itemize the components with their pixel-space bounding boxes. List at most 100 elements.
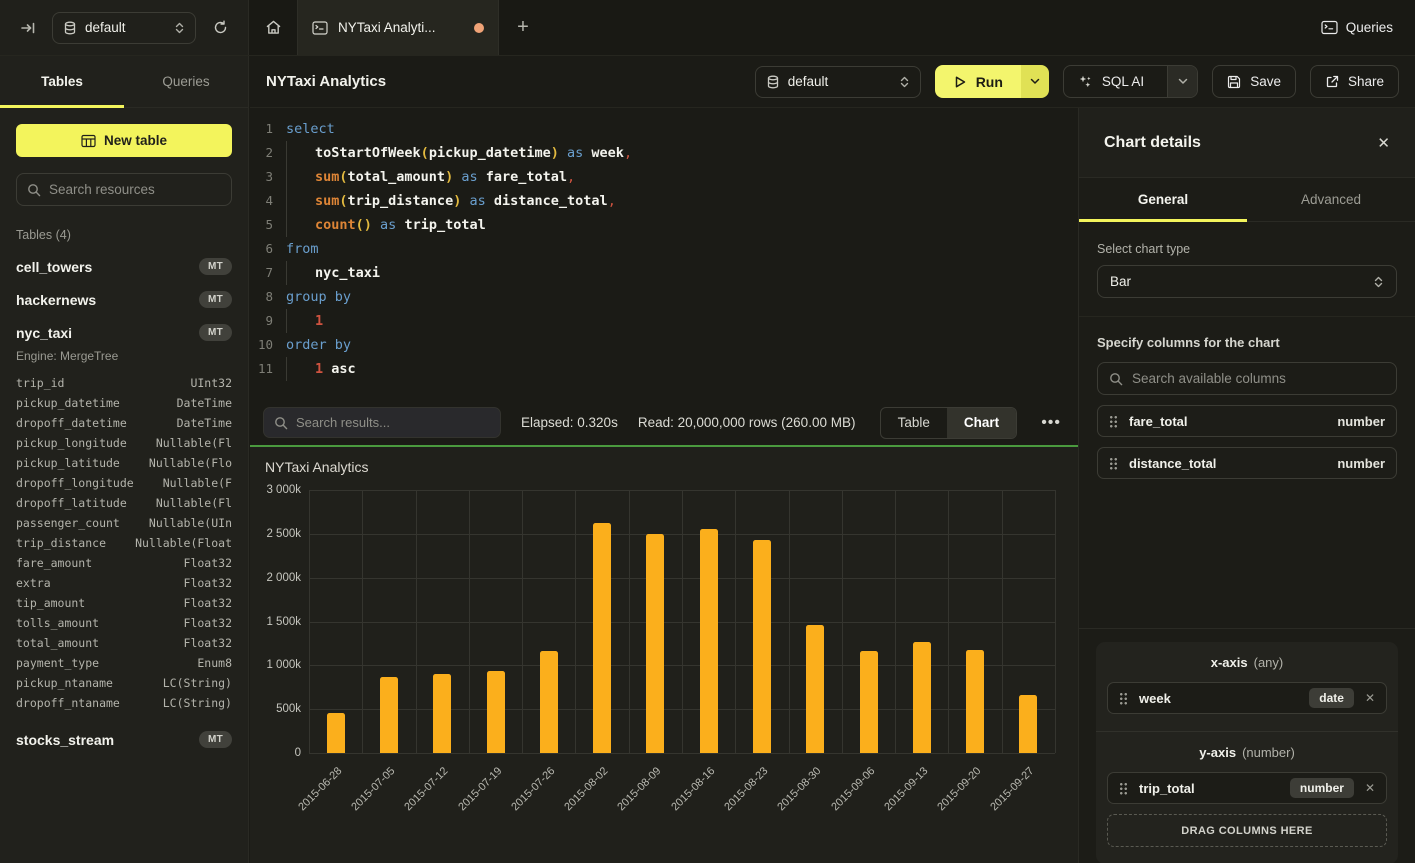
toggle-chart[interactable]: Chart: [947, 408, 1016, 438]
sql-token: fare_total: [486, 169, 567, 185]
column-name: total_amount: [16, 636, 99, 650]
sidebar-tab-tables[interactable]: Tables: [0, 56, 124, 107]
home-button[interactable]: [249, 0, 297, 55]
line-number: 5: [250, 213, 286, 237]
sql-token: ): [445, 169, 453, 185]
drag-handle-icon[interactable]: [1109, 457, 1118, 470]
sql-token: trip_total: [404, 217, 485, 233]
run-options-button[interactable]: [1021, 65, 1049, 98]
new-table-button[interactable]: New table: [16, 124, 232, 157]
sql-code: 1: [286, 309, 323, 333]
drag-handle-icon[interactable]: [1109, 415, 1118, 428]
save-button[interactable]: Save: [1212, 65, 1296, 98]
sql-ai-button[interactable]: SQL AI: [1064, 66, 1158, 97]
column-row: pickup_longitudeNullable(Fl: [16, 433, 232, 453]
results-search-input[interactable]: [296, 415, 490, 430]
queries-button[interactable]: Queries: [1321, 0, 1415, 55]
tab-general[interactable]: General: [1079, 178, 1247, 221]
table-row-cell-towers[interactable]: cell_towers MT: [16, 258, 232, 275]
drag-handle-icon[interactable]: [1119, 692, 1128, 705]
column-row: extraFloat32: [16, 573, 232, 593]
y-axis-section: y-axis(number) trip_total number ✕ DRAG …: [1096, 731, 1398, 863]
sql-token: (: [421, 145, 429, 161]
query-terminal-icon: [312, 21, 328, 35]
sql-editor[interactable]: 1 select2toStartOfWeek(pickup_datetime) a…: [250, 109, 1078, 400]
chart-title: NYTaxi Analytics: [265, 459, 368, 475]
axes-box: x-axis(any) week date ✕ y-axis(number) t…: [1096, 642, 1398, 863]
run-label: Run: [976, 74, 1003, 90]
remove-column-icon[interactable]: ✕: [1365, 691, 1375, 705]
sql-line: 3sum(total_amount) as fare_total,: [250, 165, 1078, 189]
close-icon[interactable]: ✕: [1377, 134, 1390, 152]
search-icon: [27, 183, 41, 197]
column-row: total_amount Float32: [16, 633, 232, 653]
unsaved-changes-dot: [474, 23, 484, 33]
toggle-table[interactable]: Table: [881, 408, 947, 438]
toolbar-database-selector[interactable]: default: [755, 66, 921, 98]
line-number: 6: [250, 237, 286, 261]
line-number: 8: [250, 285, 286, 309]
search-icon: [274, 416, 288, 430]
column-row: pickup_ntanameLC(String): [16, 673, 232, 693]
sql-line: 7nyc_taxi: [250, 261, 1078, 285]
arrow-to-bar-icon: [20, 20, 36, 36]
sql-token: (: [339, 169, 347, 185]
share-button[interactable]: Share: [1310, 65, 1399, 98]
y-tick-label: 1 500k: [241, 616, 301, 628]
sql-token: as: [567, 145, 583, 161]
panel-header: Chart details ✕: [1079, 108, 1415, 178]
tab-nytaxi-analytics[interactable]: NYTaxi Analyti...: [297, 0, 499, 55]
panel-tabs: General Advanced: [1079, 178, 1415, 222]
tab-advanced[interactable]: Advanced: [1247, 178, 1415, 221]
database-selector[interactable]: default: [52, 12, 196, 44]
chart-bar: [753, 540, 771, 753]
sql-code: select: [286, 117, 335, 141]
column-type: Float32: [184, 556, 232, 570]
chart-type-select[interactable]: Bar: [1097, 265, 1397, 298]
axes-section: x-axis(any) week date ✕ y-axis(number) t…: [1079, 628, 1415, 863]
drop-zone[interactable]: DRAG COLUMNS HERE: [1107, 814, 1387, 847]
queries-icon: [1321, 20, 1338, 35]
remove-column-icon[interactable]: ✕: [1365, 781, 1375, 795]
engine-line: Engine: MergeTree: [16, 349, 232, 363]
x-axis-chip-week[interactable]: week date ✕: [1107, 682, 1387, 714]
table-row-nyc-taxi[interactable]: nyc_taxi MT: [16, 324, 232, 341]
line-number: 3: [250, 165, 286, 189]
sql-line: 2toStartOfWeek(pickup_datetime) as week,: [250, 141, 1078, 165]
column-search-input[interactable]: [1132, 371, 1385, 386]
refresh-button[interactable]: [206, 14, 234, 42]
resource-search-input[interactable]: [49, 182, 226, 197]
collapse-sidebar-button[interactable]: [14, 14, 42, 42]
sql-ai-options-button[interactable]: [1167, 66, 1197, 97]
x-axis-hint: (any): [1254, 655, 1284, 670]
sql-line: 6from: [250, 237, 1078, 261]
column-search[interactable]: [1097, 362, 1397, 395]
chart-bar: [700, 529, 718, 753]
table-row-hackernews[interactable]: hackernews MT: [16, 291, 232, 308]
column-chip-fare-total[interactable]: fare_total number: [1097, 405, 1397, 437]
more-options-button[interactable]: •••: [1037, 414, 1065, 432]
resource-search[interactable]: [16, 173, 232, 206]
column-type: Float32: [184, 636, 232, 650]
column-row: fare_amountFloat32: [16, 553, 232, 573]
column-chip-distance-total[interactable]: distance_total number: [1097, 447, 1397, 479]
home-icon: [265, 19, 282, 36]
line-number: 7: [250, 261, 286, 285]
column-type: DateTime: [177, 396, 232, 410]
new-tab-button[interactable]: +: [499, 0, 547, 55]
chip-name: week: [1139, 691, 1298, 706]
sql-code: sum(total_amount) as fare_total,: [286, 165, 575, 189]
column-type: Enum8: [197, 656, 232, 670]
drag-handle-icon[interactable]: [1119, 782, 1128, 795]
results-bar: Elapsed: 0.320s Read: 20,000,000 rows (2…: [250, 400, 1078, 445]
run-button[interactable]: Run: [935, 65, 1021, 98]
column-type: UInt32: [190, 376, 232, 390]
results-search[interactable]: [263, 407, 501, 438]
table-row-stocks-stream[interactable]: stocks_stream MT: [16, 731, 232, 748]
column-name: pickup_datetime: [16, 396, 120, 410]
sql-token: ): [551, 145, 559, 161]
y-axis-chip-trip-total[interactable]: trip_total number ✕: [1107, 772, 1387, 804]
chart-bar: [806, 625, 824, 753]
sidebar-tab-queries[interactable]: Queries: [124, 56, 248, 107]
column-name: pickup_longitude: [16, 436, 127, 450]
